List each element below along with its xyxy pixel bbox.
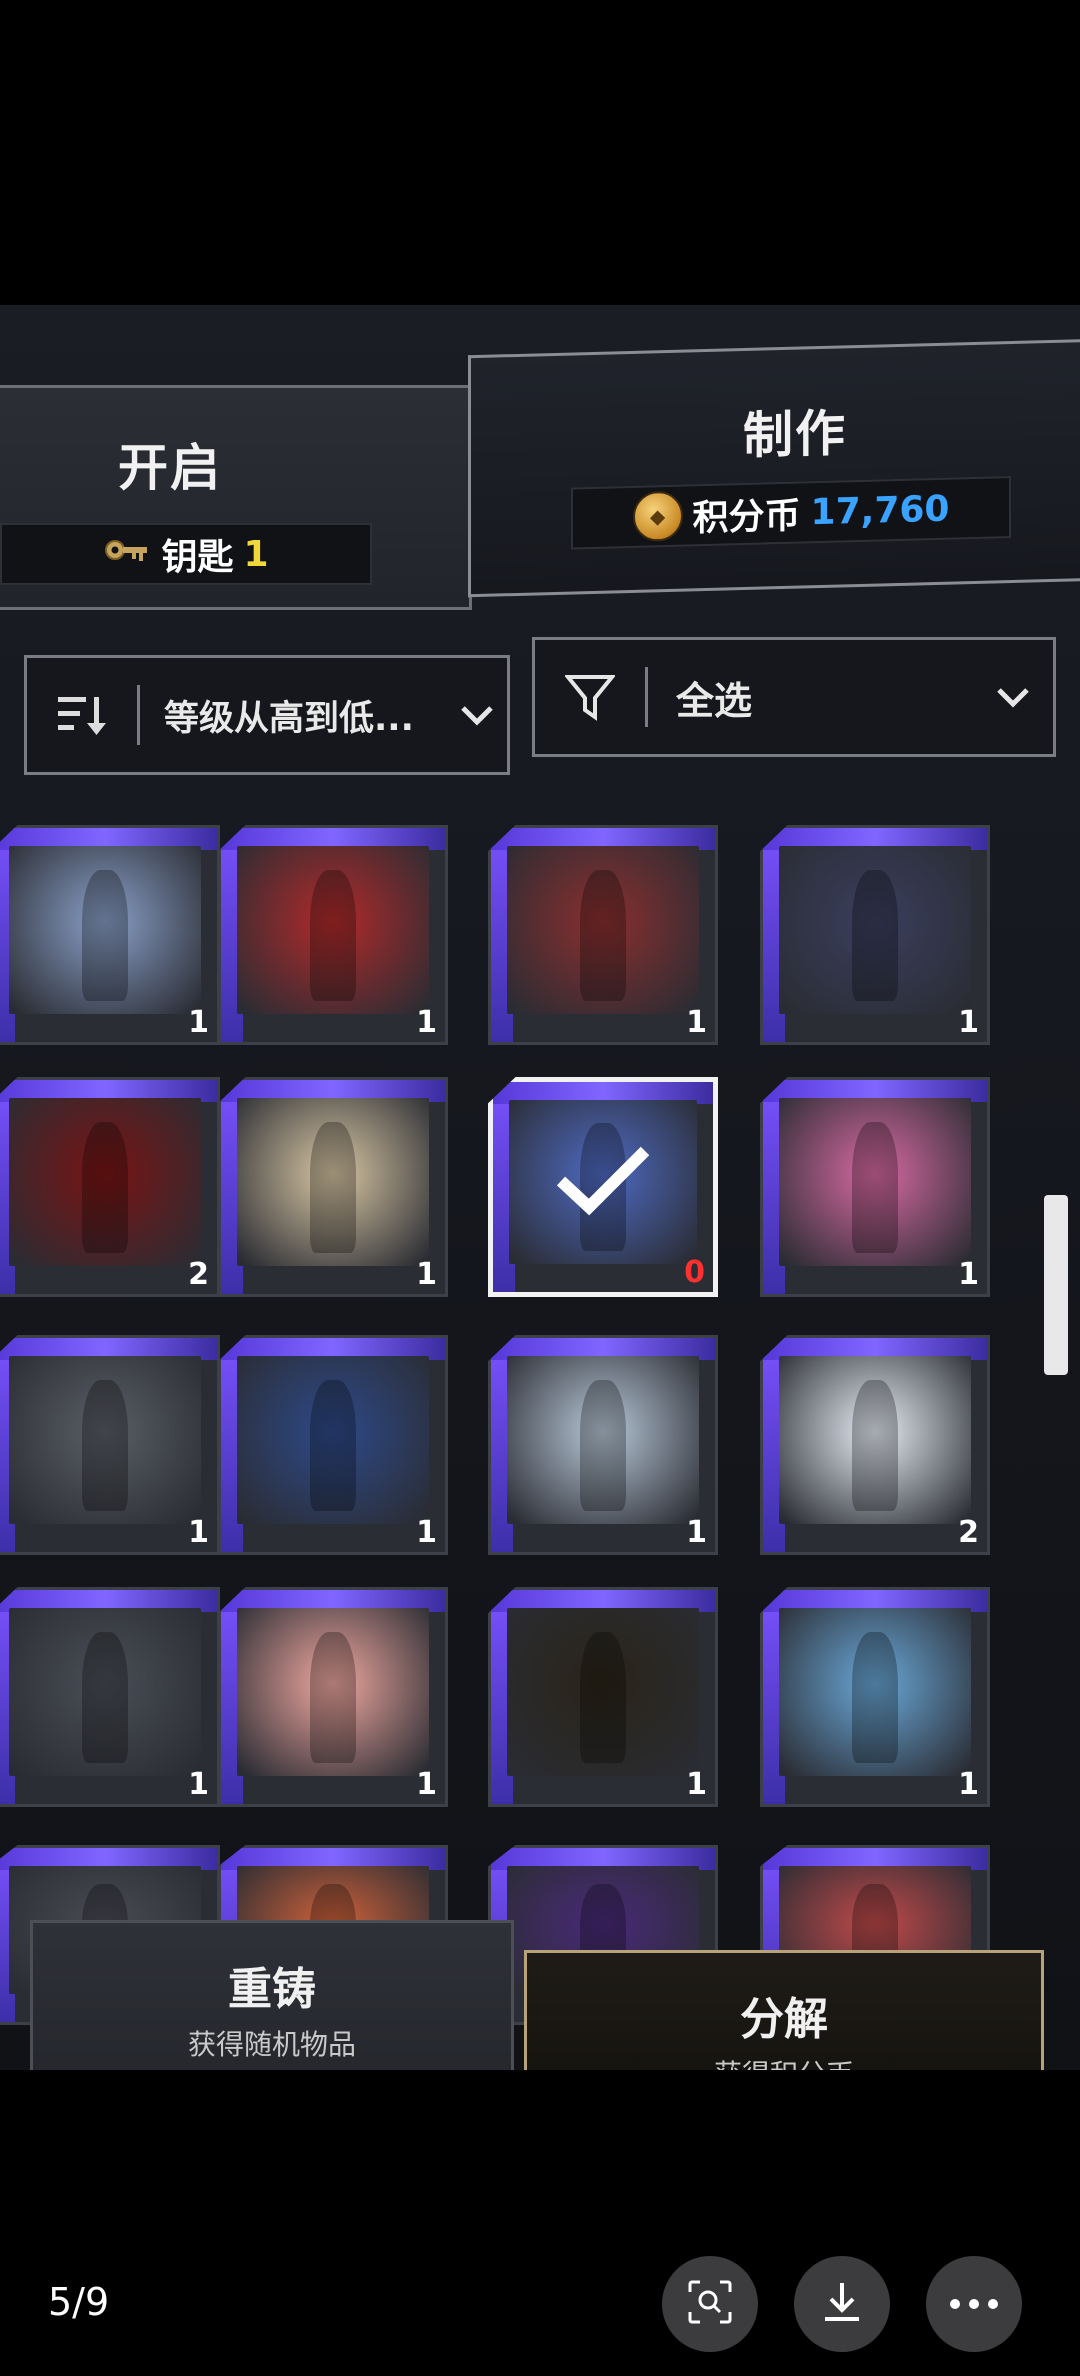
tab-open-title: 开启 bbox=[118, 439, 222, 497]
tab-craft[interactable]: 制作 ◆ 积分币 17,760 bbox=[468, 338, 1080, 598]
outfit-figure bbox=[579, 869, 627, 1001]
outfit-figure bbox=[81, 1379, 129, 1511]
coin-counter: ◆ 积分币 17,760 bbox=[571, 476, 1011, 550]
more-icon bbox=[949, 2295, 999, 2314]
item-grid: 1 1 1 1 2 1 0 1 1 1 1 2 1 1 1 1 bbox=[0, 815, 1040, 2065]
item-card[interactable]: 1 bbox=[218, 825, 448, 1045]
decompose-title: 分解 bbox=[740, 1994, 828, 2045]
outfit-figure bbox=[579, 1631, 627, 1763]
item-card[interactable]: 1 bbox=[488, 1587, 718, 1807]
item-thumbnail bbox=[507, 846, 699, 1014]
tab-open[interactable]: 开启 钥匙 1 bbox=[0, 385, 472, 610]
item-count: 1 bbox=[416, 1515, 437, 1550]
lens-icon bbox=[686, 2278, 734, 2330]
decompose-subtitle: 获得积分币 bbox=[527, 2053, 1041, 2070]
item-count: 0 bbox=[684, 1255, 705, 1290]
item-count: 1 bbox=[188, 1767, 209, 1802]
outfit-figure bbox=[851, 1379, 899, 1511]
outfit-figure bbox=[579, 1379, 627, 1511]
outfit-figure bbox=[851, 1121, 899, 1253]
item-thumbnail bbox=[237, 1608, 429, 1776]
outfit-figure bbox=[851, 869, 899, 1001]
item-thumbnail bbox=[9, 1608, 201, 1776]
outfit-figure bbox=[81, 869, 129, 1001]
item-count: 1 bbox=[416, 1257, 437, 1292]
lens-button[interactable] bbox=[662, 2256, 758, 2352]
coin-label: 积分币 bbox=[692, 495, 801, 540]
item-card[interactable]: 1 bbox=[760, 1587, 990, 1807]
item-count: 1 bbox=[686, 1767, 707, 1802]
recast-button[interactable]: 重铸 获得随机物品 bbox=[30, 1920, 514, 2070]
item-thumbnail bbox=[507, 1608, 699, 1776]
scrollbar[interactable] bbox=[1044, 1195, 1068, 1375]
download-button[interactable] bbox=[794, 2256, 890, 2352]
coin-value: 17,760 bbox=[810, 488, 950, 533]
recast-title: 重铸 bbox=[228, 1964, 316, 2015]
item-card[interactable]: 0 bbox=[488, 1077, 718, 1297]
item-card[interactable]: 1 bbox=[760, 1077, 990, 1297]
coin-icon: ◆ bbox=[632, 490, 683, 542]
item-thumbnail bbox=[237, 1098, 429, 1266]
item-card[interactable]: 1 bbox=[218, 1077, 448, 1297]
item-thumbnail bbox=[507, 1356, 699, 1524]
item-count: 1 bbox=[958, 1005, 979, 1040]
checkmark-icon bbox=[553, 1141, 653, 1225]
outfit-figure bbox=[309, 869, 357, 1001]
item-card[interactable]: 1 bbox=[488, 825, 718, 1045]
recast-subtitle: 获得随机物品 bbox=[187, 2028, 356, 2061]
item-count: 1 bbox=[416, 1005, 437, 1040]
item-count: 2 bbox=[188, 1257, 209, 1292]
key-count: 1 bbox=[243, 533, 269, 575]
item-thumbnail bbox=[237, 1356, 429, 1524]
tab-craft-title: 制作 bbox=[743, 404, 847, 466]
item-card[interactable]: 1 bbox=[760, 825, 990, 1045]
outfit-figure bbox=[81, 1121, 129, 1253]
item-count: 1 bbox=[686, 1005, 707, 1040]
item-count: 1 bbox=[958, 1257, 979, 1292]
item-card[interactable]: 1 bbox=[488, 1335, 718, 1555]
item-card[interactable]: 2 bbox=[0, 1077, 220, 1297]
item-count: 1 bbox=[958, 1767, 979, 1802]
sort-label: 等级从高到低... bbox=[164, 698, 414, 739]
outfit-figure bbox=[851, 1631, 899, 1763]
item-thumbnail bbox=[237, 846, 429, 1014]
item-card[interactable]: 1 bbox=[0, 1335, 220, 1555]
chevron-down-icon bbox=[447, 704, 507, 726]
item-thumbnail bbox=[9, 1098, 201, 1266]
item-thumbnail bbox=[779, 1356, 971, 1524]
download-icon bbox=[819, 2279, 865, 2329]
item-count: 2 bbox=[958, 1515, 979, 1550]
key-label: 钥匙 bbox=[161, 537, 234, 578]
filter-dropdown[interactable]: 全选 bbox=[532, 637, 1056, 757]
filter-icon bbox=[535, 672, 645, 722]
sort-dropdown[interactable]: 等级从高到低... bbox=[24, 655, 510, 775]
filter-label: 全选 bbox=[676, 678, 753, 723]
page-indicator: 5/9 bbox=[48, 2280, 110, 2324]
outfit-figure bbox=[81, 1631, 129, 1763]
outfit-figure bbox=[309, 1121, 357, 1253]
item-thumbnail bbox=[9, 1356, 201, 1524]
key-icon bbox=[103, 532, 151, 577]
item-thumbnail bbox=[9, 846, 201, 1014]
item-count: 1 bbox=[188, 1515, 209, 1550]
item-thumbnail bbox=[779, 1608, 971, 1776]
item-card[interactable]: 1 bbox=[218, 1335, 448, 1555]
item-card[interactable]: 1 bbox=[218, 1587, 448, 1807]
key-counter: 钥匙 1 bbox=[0, 523, 372, 585]
item-thumbnail bbox=[779, 846, 971, 1014]
more-button[interactable] bbox=[926, 2256, 1022, 2352]
outfit-figure bbox=[309, 1379, 357, 1511]
decompose-button[interactable]: 分解 获得积分币 bbox=[524, 1950, 1044, 2070]
item-card[interactable]: 1 bbox=[0, 825, 220, 1045]
item-thumbnail bbox=[779, 1098, 971, 1266]
game-screen-photo: 开启 钥匙 1 制作 ◆ 积分币 17,760 等级从高到低... 全选 1 1… bbox=[0, 305, 1080, 2070]
item-count: 1 bbox=[686, 1515, 707, 1550]
item-card[interactable]: 1 bbox=[0, 1587, 220, 1807]
item-card[interactable]: 2 bbox=[760, 1335, 990, 1555]
item-count: 1 bbox=[188, 1005, 209, 1040]
item-count: 1 bbox=[416, 1767, 437, 1802]
outfit-figure bbox=[309, 1631, 357, 1763]
chevron-down-icon bbox=[973, 686, 1053, 708]
sort-icon bbox=[27, 691, 137, 739]
